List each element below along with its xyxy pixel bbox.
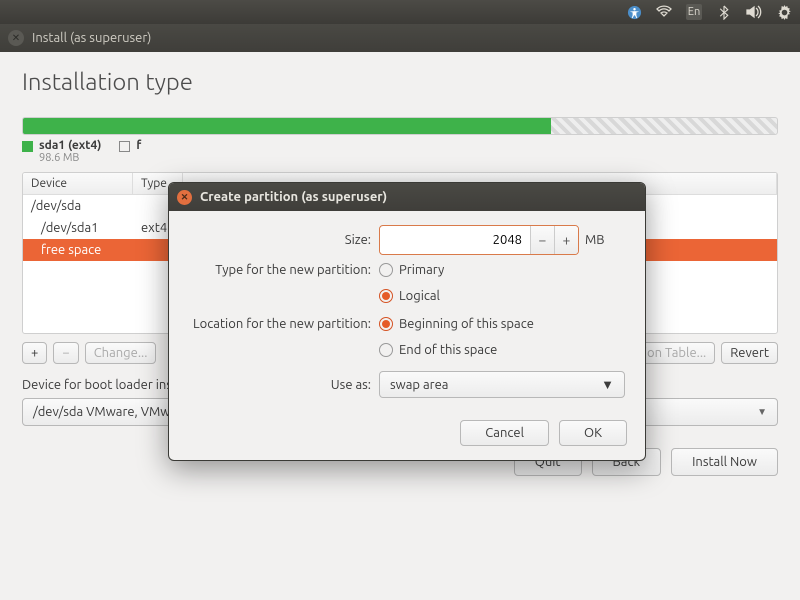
location-label: Location for the new partition: <box>179 317 379 331</box>
dialog-title-text: Create partition (as superuser) <box>200 190 387 204</box>
wifi-icon[interactable] <box>656 4 672 20</box>
remove-partition-button[interactable]: − <box>53 342 78 364</box>
disk-usage-bar <box>22 117 778 135</box>
dialog-titlebar: ✕ Create partition (as superuser) <box>169 183 645 211</box>
create-partition-dialog: ✕ Create partition (as superuser) Size: … <box>168 182 646 461</box>
window-titlebar: ✕ Install (as superuser) <box>0 24 800 52</box>
keyboard-layout-indicator[interactable]: En <box>686 4 702 20</box>
legend-swatch-free <box>119 141 130 152</box>
legend-label-sda1: sda1 (ext4) <box>39 139 101 152</box>
window-close-icon[interactable]: ✕ <box>8 30 24 46</box>
size-increment[interactable]: + <box>554 226 578 254</box>
useas-label: Use as: <box>179 378 379 392</box>
change-partition-button[interactable]: Change... <box>85 342 157 364</box>
settings-gear-icon[interactable] <box>776 4 792 20</box>
size-input[interactable] <box>380 228 530 252</box>
dialog-ok-button[interactable]: OK <box>559 420 627 446</box>
radio-logical[interactable]: Logical <box>379 289 440 303</box>
useas-value: swap area <box>390 378 448 392</box>
useas-select[interactable]: swap area ▼ <box>379 371 625 398</box>
size-label: Size: <box>179 233 379 247</box>
window-title-text: Install (as superuser) <box>32 31 151 45</box>
col-header-device[interactable]: Device <box>23 173 133 194</box>
accessibility-icon[interactable] <box>626 4 642 20</box>
size-spinner: − + <box>379 225 579 255</box>
legend-swatch-sda1 <box>22 141 33 152</box>
legend-size-sda1: 98.6 MB <box>39 152 101 164</box>
bluetooth-icon[interactable] <box>716 4 732 20</box>
radio-beginning[interactable]: Beginning of this space <box>379 317 534 331</box>
disk-segment-sda1 <box>23 118 551 134</box>
size-unit: MB <box>585 233 605 247</box>
dialog-close-icon[interactable]: ✕ <box>177 190 192 205</box>
install-now-button[interactable]: Install Now <box>671 448 778 476</box>
revert-button[interactable]: Revert <box>721 342 778 364</box>
chevron-down-icon: ▼ <box>601 377 614 392</box>
radio-end[interactable]: End of this space <box>379 343 497 357</box>
system-top-bar: En <box>0 0 800 24</box>
chevron-down-icon: ▼ <box>757 406 767 418</box>
dialog-cancel-button[interactable]: Cancel <box>460 420 549 446</box>
type-label: Type for the new partition: <box>179 263 379 277</box>
disk-legend: sda1 (ext4) 98.6 MB f <box>22 139 778 164</box>
add-partition-button[interactable]: + <box>22 342 47 364</box>
volume-icon[interactable] <box>746 4 762 20</box>
page-title: Installation type <box>22 68 778 95</box>
radio-primary[interactable]: Primary <box>379 263 444 277</box>
size-decrement[interactable]: − <box>530 226 554 254</box>
legend-label-free: f <box>136 139 141 152</box>
